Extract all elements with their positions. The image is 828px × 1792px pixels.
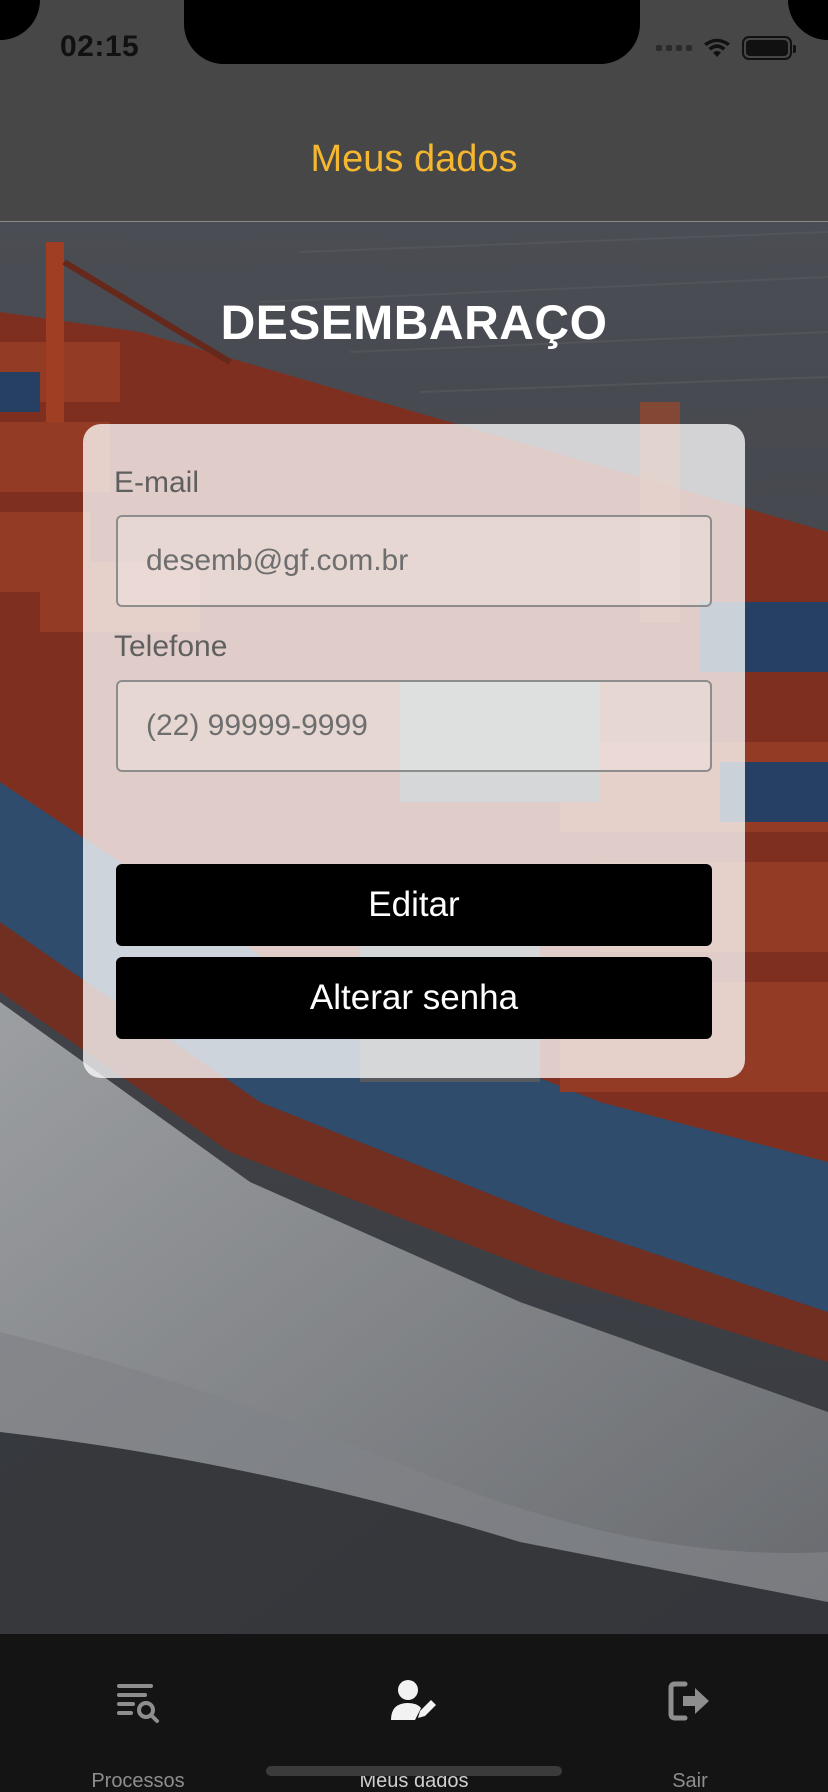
screen-corner [0,0,40,40]
home-indicator [266,1766,562,1776]
phone-field[interactable]: (22) 99999-9999 [116,680,712,772]
email-field[interactable]: desemb@gf.com.br [116,515,712,607]
brand-title: DESEMBARAÇO [220,297,608,350]
email-label: E-mail [114,466,200,499]
battery-icon [742,36,796,60]
list-search-icon [117,1684,159,1723]
cellular-signal-icon [656,45,692,51]
status-time: 02:15 [60,30,140,63]
edit-button[interactable]: Editar [116,864,712,946]
profile-card: E-mail desemb@gf.com.br Telefone (22) 99… [83,424,745,1078]
status-icons [656,36,796,60]
sign-out-icon [668,1681,709,1721]
user-edit-icon [391,1680,436,1720]
navigation-header: 02:15 Meus dados [0,0,828,222]
wifi-icon [704,38,730,57]
tab-label: Sair [672,1770,708,1792]
device-notch [184,0,640,64]
change-password-button[interactable]: Alterar senha [116,957,712,1039]
tab-sair[interactable]: Sair [552,1634,828,1792]
phone-label: Telefone [114,630,228,663]
tab-label: Processos [91,1770,185,1792]
tab-processos[interactable]: Processos [0,1634,276,1792]
app-screen: 02:15 Meus dados DESEMBARAÇO E-mail dese… [0,0,828,1792]
page-title: Meus dados [310,138,518,180]
screen-corner [788,0,828,40]
